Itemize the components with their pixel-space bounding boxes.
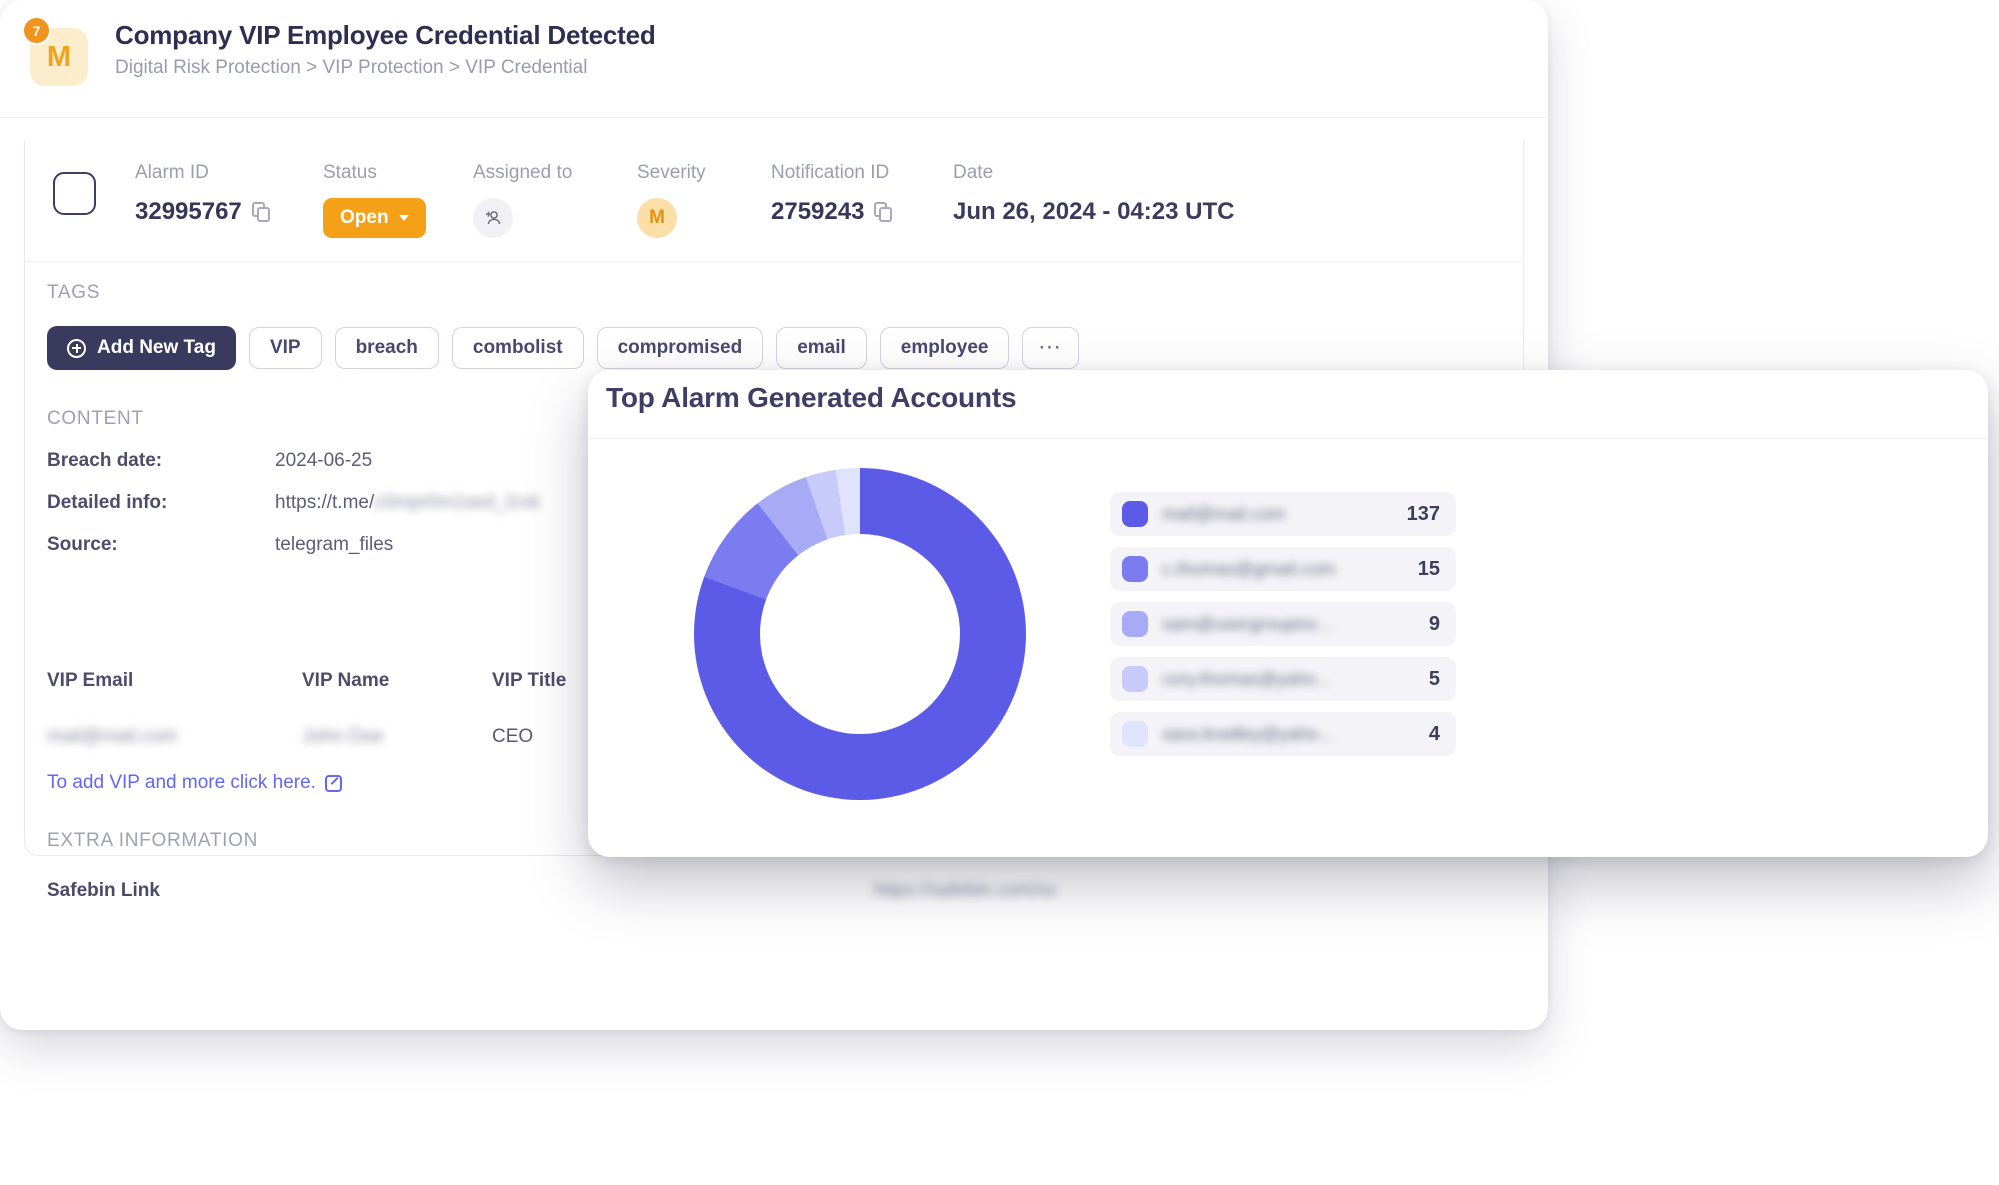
chart-title: Top Alarm Generated Accounts (606, 382, 1017, 413)
add-vip-link-label: To add VIP and more click here. (47, 772, 316, 793)
chart-divider (588, 438, 1988, 439)
donut-center-hole (760, 534, 960, 734)
more-tags-button[interactable]: ··· (1022, 327, 1080, 369)
legend-label: sam@usergroupinc... (1162, 613, 1334, 634)
legend-value: 137 (1406, 502, 1440, 525)
detailed-info-url: https://t.me/ (275, 492, 375, 513)
content-value: https://t.me/c0mpr0m1sed_l1nk (275, 492, 540, 514)
vip-name-value: John Doe (302, 726, 384, 747)
tag-chip[interactable]: VIP (248, 327, 322, 369)
legend-value: 9 (1428, 612, 1440, 635)
legend-swatch (1122, 666, 1148, 692)
add-vip-link[interactable]: To add VIP and more click here. (47, 772, 342, 794)
legend-label: sara.bradley@yaho... (1162, 723, 1334, 744)
content-key: Breach date: (47, 450, 163, 471)
tag-chip[interactable]: combolist (451, 327, 584, 369)
notification-id-value: 2759243 (771, 198, 865, 225)
legend-item[interactable]: cory.thomas@yaho... 5 (1110, 657, 1456, 701)
alarm-meta-row: Alarm ID 32995767 Status Open Assigned t… (25, 140, 1523, 262)
legend-item[interactable]: mail@mail.com 137 (1110, 492, 1456, 536)
breadcrumb: Digital Risk Protection > VIP Protection… (115, 57, 588, 78)
legend-swatch (1122, 556, 1148, 582)
plus-circle-icon (67, 338, 86, 358)
legend-swatch (1122, 501, 1148, 527)
legend-value: 15 (1417, 557, 1440, 580)
screenshot-root: 7 M Company VIP Employee Credential Dete… (0, 0, 1999, 1185)
content-key: Source: (47, 534, 118, 555)
content-value: telegram_files (275, 534, 394, 555)
content-key: Detailed info: (47, 492, 168, 513)
alarm-header: 7 M Company VIP Employee Credential Dete… (0, 0, 1548, 118)
legend-label: mail@mail.com (1162, 503, 1286, 524)
legend-item[interactable]: sara.bradley@yaho... 4 (1110, 712, 1456, 756)
legend-item[interactable]: c.thomas@gmail.com 15 (1110, 547, 1456, 591)
vip-col-name-header: VIP Name (302, 670, 390, 691)
copy-icon[interactable] (874, 201, 893, 223)
add-user-button[interactable] (473, 198, 513, 238)
tag-chip[interactable]: breach (334, 327, 439, 369)
tag-chip[interactable]: employee (879, 327, 1010, 369)
status-badge-label: Open (340, 207, 389, 228)
detailed-info-redacted: c0mpr0m1sed_l1nk (374, 492, 541, 513)
tag-chip[interactable]: email (776, 327, 867, 369)
copy-icon[interactable] (251, 201, 271, 223)
alarm-id-value: 32995767 (135, 198, 242, 225)
legend-swatch (1122, 611, 1148, 637)
page-title: Company VIP Employee Credential Detected (115, 20, 656, 50)
select-alarm-checkbox[interactable] (53, 172, 96, 215)
extra-row-safebin: Safebin Link https://safebin.com/xx (47, 880, 1057, 902)
vip-col-email-header: VIP Email (47, 670, 134, 691)
legend-item[interactable]: sam@usergroupinc... 9 (1110, 602, 1456, 646)
status-dropdown[interactable]: Open (323, 198, 426, 238)
notification-badge: 7 (22, 16, 51, 45)
chevron-down-icon (398, 215, 409, 221)
legend-swatch (1122, 721, 1148, 747)
legend-value: 5 (1428, 667, 1440, 690)
add-new-tag-button[interactable]: Add New Tag (47, 326, 236, 370)
add-person-icon (486, 211, 501, 225)
top-accounts-chart-card: Top Alarm Generated Accounts mail@mail.c… (588, 370, 1988, 857)
meta-label-alarm-id: Alarm ID (135, 162, 209, 183)
content-value: 2024-06-25 (275, 450, 373, 471)
app-logo[interactable]: 7 M (22, 16, 88, 86)
external-link-icon (324, 774, 342, 792)
donut-chart (694, 468, 1026, 800)
date-value: Jun 26, 2024 - 04:23 UTC (953, 198, 1235, 225)
extra-key: Safebin Link (47, 880, 160, 901)
chart-legend: mail@mail.com 137 c.thomas@gmail.com 15 sam@… (1110, 492, 1456, 767)
tag-chip[interactable]: compromised (596, 327, 764, 369)
add-new-tag-label: Add New Tag (97, 337, 216, 358)
meta-label-assigned-to: Assigned to (473, 162, 573, 183)
vip-email-value: mail@mail.com (47, 726, 178, 747)
extra-value: https://safebin.com/xx (873, 880, 1057, 901)
meta-label-status: Status (323, 162, 377, 183)
tag-list: Add New Tag VIP breach combolist comprom… (47, 326, 1080, 370)
meta-label-notification-id: Notification ID (771, 162, 890, 183)
meta-label-date: Date (953, 162, 994, 183)
tags-section: TAGS Add New Tag VIP breach combolist co… (47, 282, 1080, 370)
legend-label: c.thomas@gmail.com (1162, 558, 1336, 579)
legend-label: cory.thomas@yaho... (1162, 668, 1332, 689)
tags-section-label: TAGS (47, 282, 101, 303)
meta-label-severity: Severity (637, 162, 706, 183)
legend-value: 4 (1428, 722, 1440, 745)
severity-badge: M (637, 198, 677, 238)
